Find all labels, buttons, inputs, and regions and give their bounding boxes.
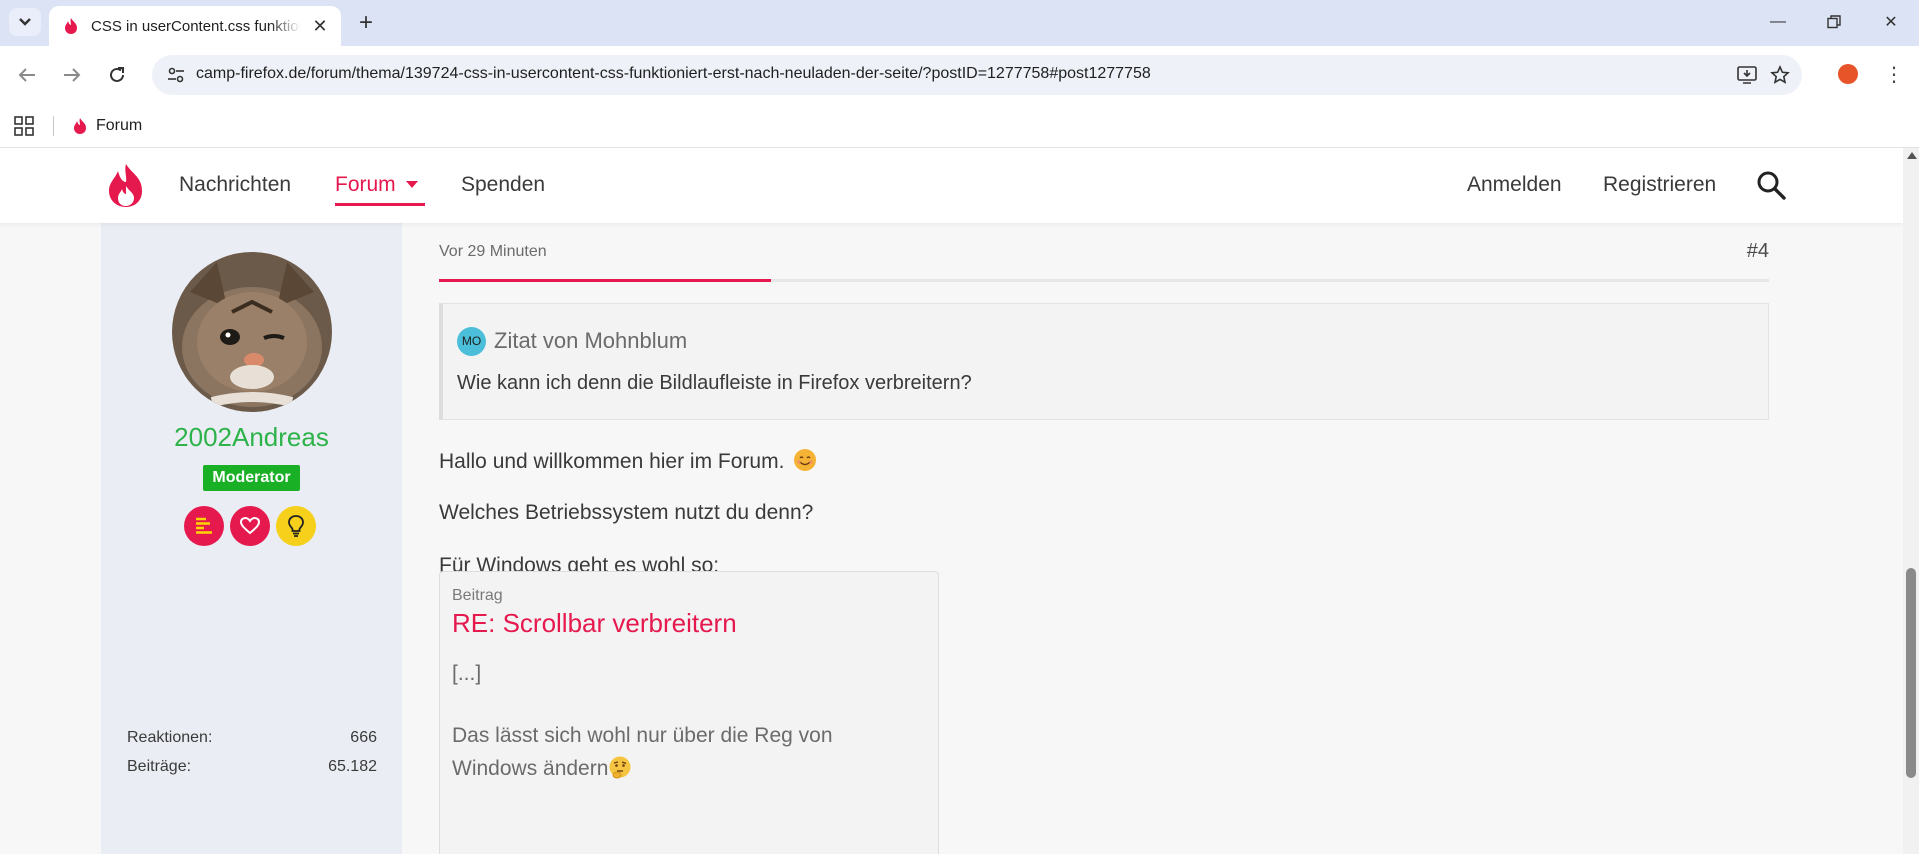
award-list-icon[interactable] [184,506,224,546]
bookmark-forum[interactable]: Forum [72,114,142,138]
stat-reactions: Reaktionen: 666 [127,729,377,747]
embed-ellipsis: [...] [452,662,482,685]
post-timestamp[interactable]: Vor 29 Minuten [439,243,547,261]
smiling-emoji-icon [794,449,817,471]
nav-active-underline [335,203,425,206]
embed-text-line: Windows ändern [452,755,632,781]
author-username[interactable]: 2002Andreas [101,422,402,453]
paragraph-text: Hallo und willkommen hier im Forum. [439,450,785,473]
stat-value: 666 [350,729,377,746]
embed-type-label: Beitrag [452,587,503,604]
nav-nachrichten[interactable]: Nachrichten [179,173,291,197]
embed-text-line: Das lässt sich wohl nur über die Reg von [452,724,833,747]
moderator-badge: Moderator [203,465,300,491]
forward-arrow-icon[interactable] [57,60,87,90]
tab-search-button[interactable] [9,8,41,36]
minimize-window-icon[interactable]: — [1758,8,1798,36]
close-window-icon[interactable]: ✕ [1871,8,1911,36]
firefox-flame-icon [74,118,86,134]
stat-value: 65.182 [328,758,377,775]
site-logo-flame-icon[interactable] [106,162,146,208]
post-number[interactable]: #4 [1747,240,1769,263]
post-author-sidebar: 2002Andreas Moderator Reaktionen: 666 Be… [101,223,402,854]
stat-label: Beiträge: [127,758,192,775]
restore-window-icon[interactable] [1814,8,1854,36]
register-link[interactable]: Registrieren [1603,173,1716,197]
close-tab-icon[interactable]: ✕ [309,15,331,37]
browser-tab-bar: CSS in userContent.css funktioniert erst… [0,0,1919,46]
chevron-down-icon [19,18,31,26]
stat-posts: Beiträge: 65.182 [127,758,377,776]
install-app-icon[interactable] [1735,63,1759,87]
award-lightbulb-icon[interactable] [276,506,316,546]
scroll-up-arrow-icon[interactable] [1907,152,1917,159]
browser-menu-icon[interactable]: ⋮ [1884,60,1904,88]
award-heart-icon[interactable] [230,506,270,546]
post-paragraph: Hallo und willkommen hier im Forum. [439,449,817,474]
page-scrollbar[interactable] [1903,148,1919,854]
login-link[interactable]: Anmelden [1467,173,1562,197]
tab-title: CSS in userContent.css funktioniert erst… [91,17,301,35]
reload-icon[interactable] [102,60,132,90]
extension-icon[interactable] [1838,64,1858,84]
search-icon[interactable] [1756,170,1786,200]
embed-text-line-2: Windows ändern [452,757,609,780]
bookmark-star-icon[interactable] [1768,63,1792,87]
quote-text: Wie kann ich denn die Bildlaufleiste in … [457,372,972,394]
bookmarks-bar: Forum [0,104,1919,148]
new-tab-button[interactable]: + [352,9,380,37]
back-arrow-icon[interactable] [12,60,42,90]
nav-forum[interactable]: Forum [335,173,418,197]
address-bar[interactable]: camp-firefox.de/forum/thema/139724-css-i… [152,55,1802,95]
site-info-icon[interactable] [164,63,188,87]
browser-tab-active[interactable]: CSS in userContent.css funktioniert erst… [49,6,341,46]
browser-toolbar: camp-firefox.de/forum/thema/139724-css-i… [0,46,1919,104]
nav-spenden[interactable]: Spenden [461,173,545,197]
post-divider-accent [439,279,771,282]
forum-page: Nachrichten Forum Spenden Anmelden Regis… [0,148,1903,854]
apps-grid-icon[interactable] [14,116,34,136]
embedded-post-card[interactable]: Beitrag RE: Scrollbar verbreitern [...] … [439,571,939,854]
url-text: camp-firefox.de/forum/thema/139724-css-i… [196,65,1151,82]
scrollbar-thumb[interactable] [1906,568,1916,778]
stat-label: Reaktionen: [127,729,213,746]
thinking-emoji-icon [609,756,631,779]
firefox-flame-icon [65,18,77,34]
author-avatar[interactable] [172,252,332,412]
embed-title-link[interactable]: RE: Scrollbar verbreitern [452,608,737,639]
quote-author[interactable]: Zitat von Mohnblum [494,328,687,354]
quote-author-avatar[interactable]: MO [457,327,486,356]
bookmark-label: Forum [96,117,143,134]
bookmarks-separator [53,116,54,136]
post-paragraph: Welches Betriebssystem nutzt du denn? [439,501,814,524]
caret-down-icon [405,181,418,188]
nav-forum-label: Forum [335,173,396,196]
site-header: Nachrichten Forum Spenden Anmelden Regis… [0,148,1903,223]
quote-block: MO Zitat von Mohnblum Wie kann ich denn … [439,303,1769,420]
